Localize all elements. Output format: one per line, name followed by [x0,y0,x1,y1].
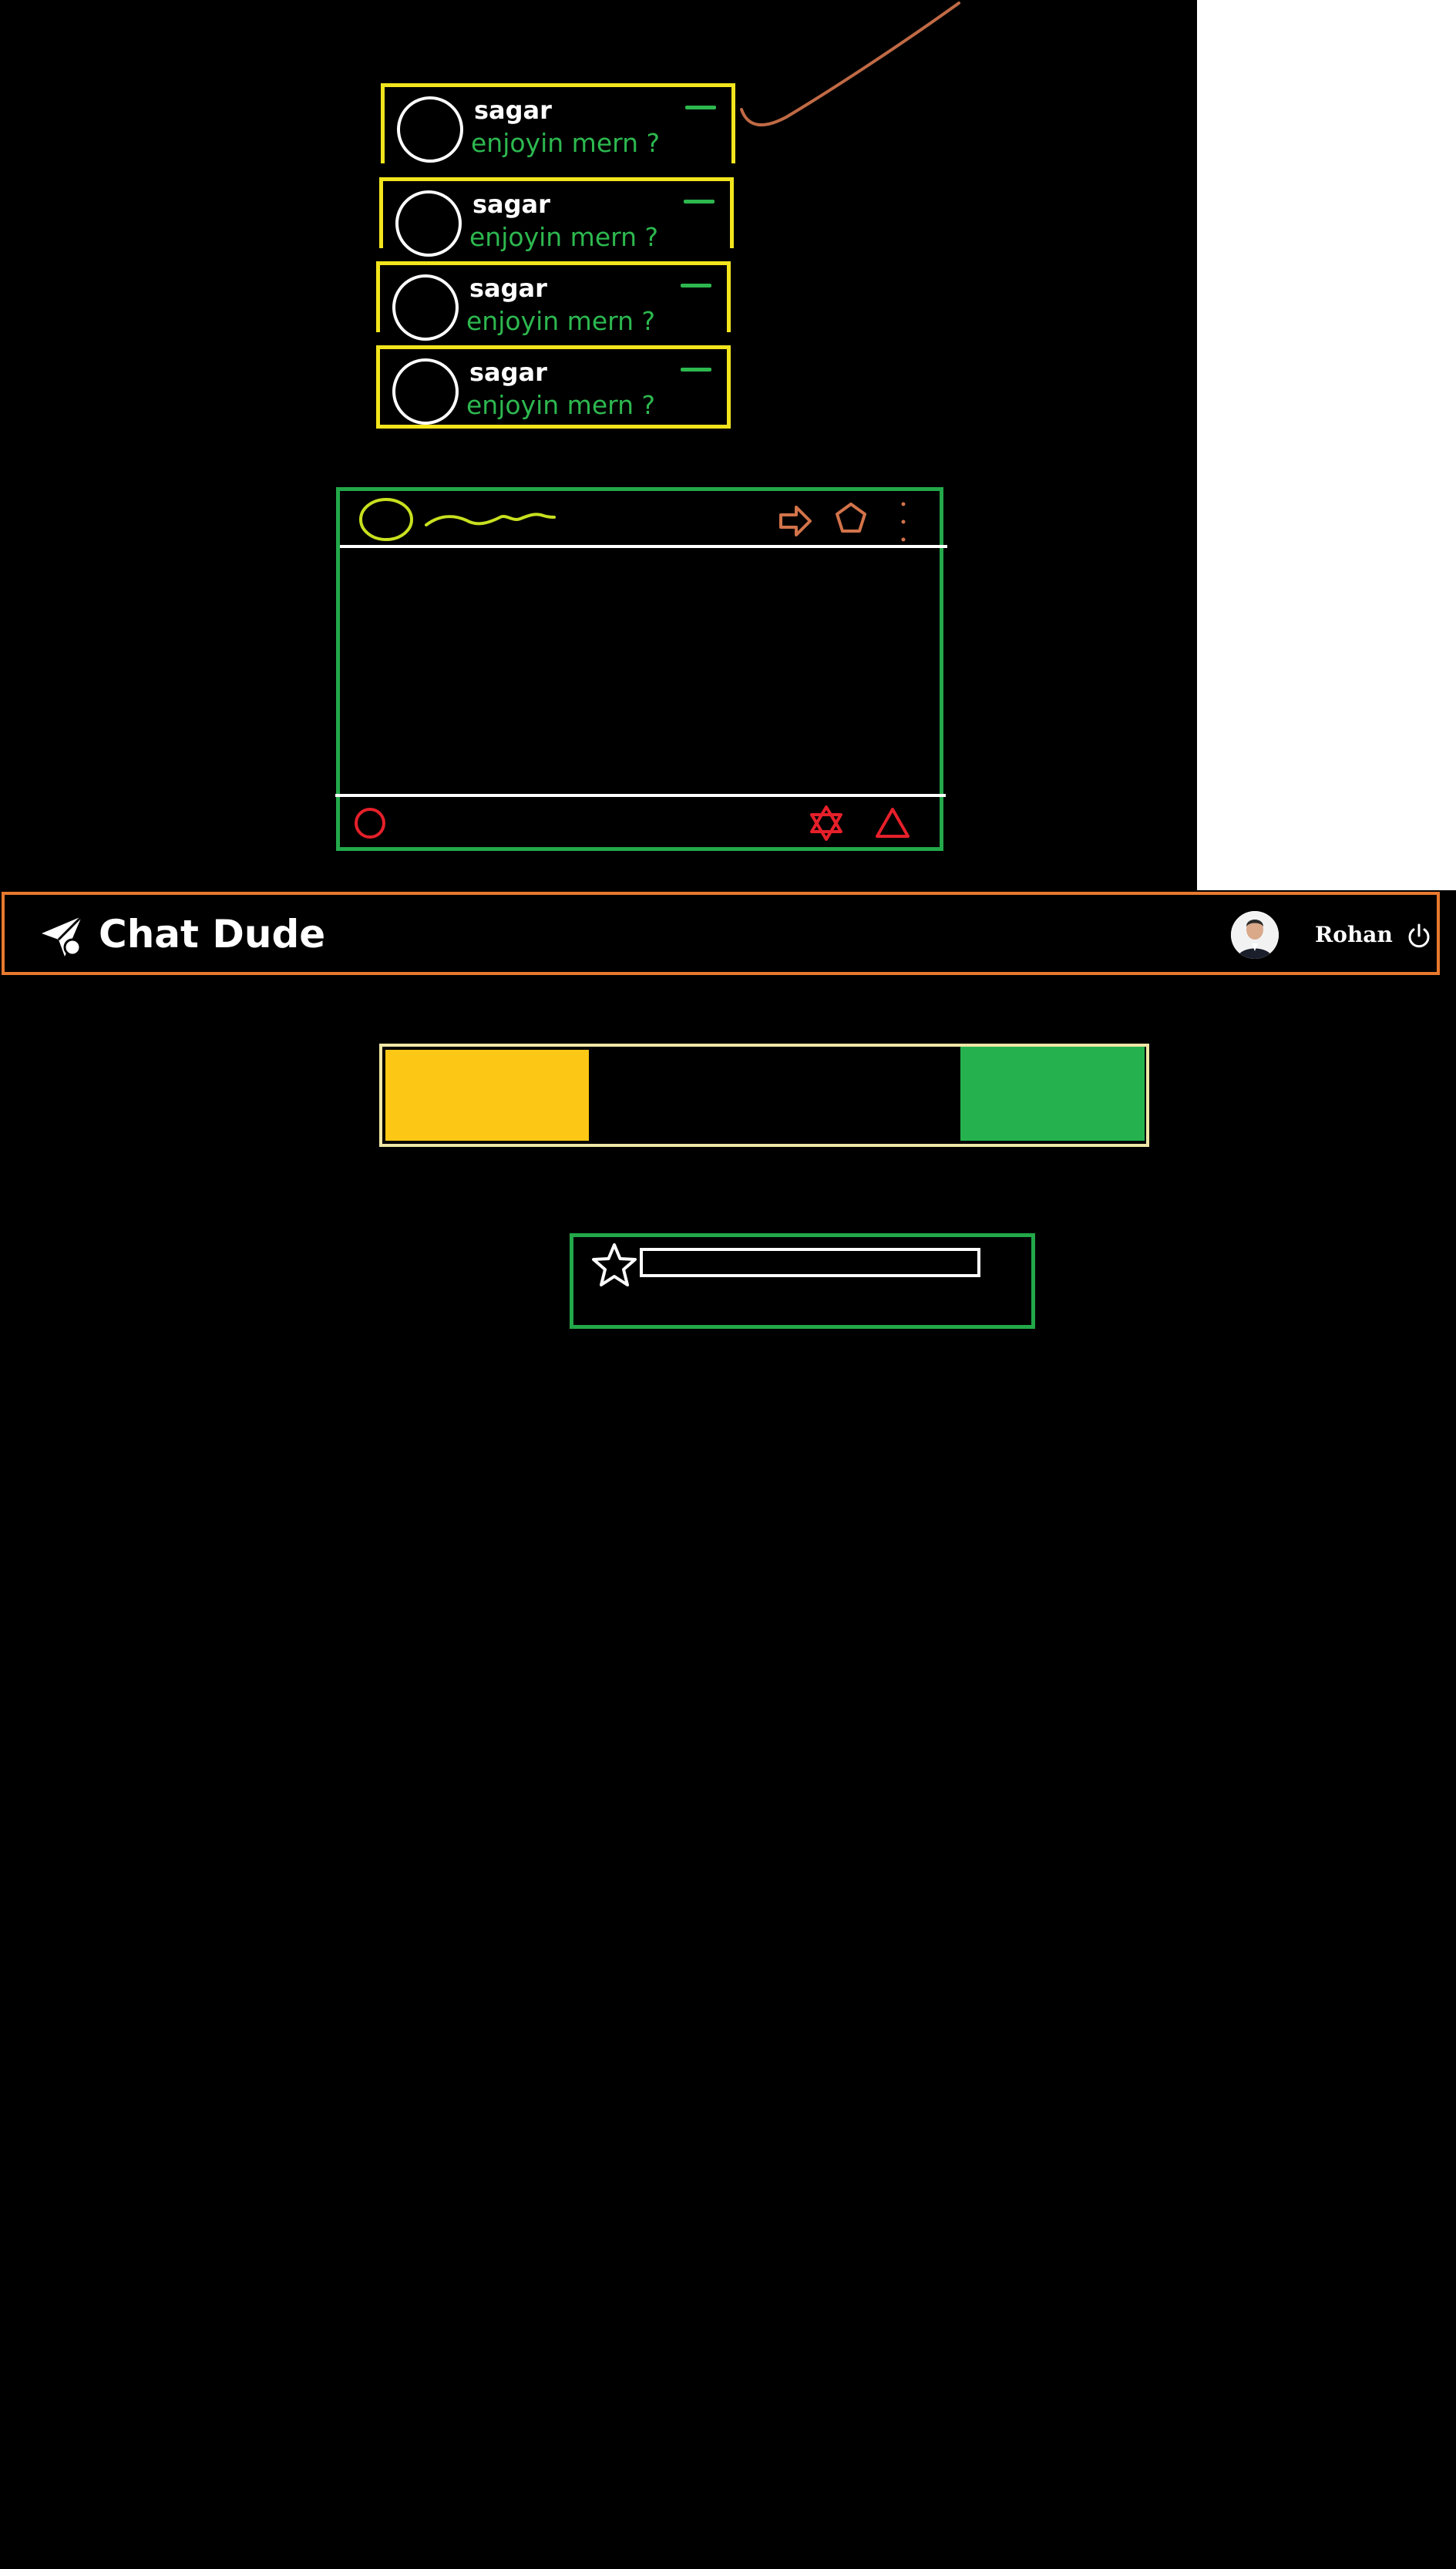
chat-footer-divider [335,794,946,797]
more-options-icon[interactable] [898,499,909,545]
avatar [392,274,459,341]
left-panel-block [385,1050,589,1141]
message-text: enjoyin mern ? [466,390,656,420]
circle-icon[interactable] [352,805,388,841]
brand-title[interactable]: Chat Dude [99,915,325,953]
paper-plane-icon [42,915,83,957]
message-text: enjoyin mern ? [469,222,659,252]
avatar [397,96,463,163]
layout-split-bar [379,1044,1149,1147]
power-icon[interactable] [1405,923,1433,950]
forward-icon[interactable] [776,502,815,540]
chat-window-sketch [335,487,947,851]
chat-title-scribble [425,513,556,526]
message-sender: sagar [469,358,547,387]
chat-header-divider [340,545,947,548]
message-sender: sagar [469,274,547,303]
white-panel [1197,0,1456,890]
message-text: enjoyin mern ? [471,128,661,158]
message-card[interactable]: sagar enjoyin mern ? [379,177,734,257]
avatar[interactable] [1231,911,1279,959]
star-of-david-icon[interactable] [807,804,846,842]
message-sender: sagar [474,96,552,125]
right-panel-block [960,1047,1145,1141]
star-icon[interactable] [590,1242,638,1290]
message-sender: sagar [472,190,550,219]
message-time-mark [684,200,715,203]
message-card[interactable]: sagar enjoyin mern ? [381,83,735,163]
message-time-mark [681,368,711,372]
message-text: enjoyin mern ? [466,306,656,336]
message-time-mark [685,106,716,109]
chat-avatar-outline [359,498,413,541]
user-name[interactable]: Rohan [1315,924,1393,946]
search-input[interactable] [640,1248,980,1277]
navbar: Chat Dude Rohan [2,892,1440,975]
triangle-icon[interactable] [873,805,912,841]
message-card[interactable]: sagar enjoyin mern ? [376,345,731,429]
search-box [570,1233,1035,1329]
message-card[interactable]: sagar enjoyin mern ? [376,261,731,341]
avatar [392,358,459,425]
pentagon-icon[interactable] [833,500,869,536]
connector-curve [740,2,960,126]
avatar [395,190,462,257]
message-time-mark [681,284,711,287]
